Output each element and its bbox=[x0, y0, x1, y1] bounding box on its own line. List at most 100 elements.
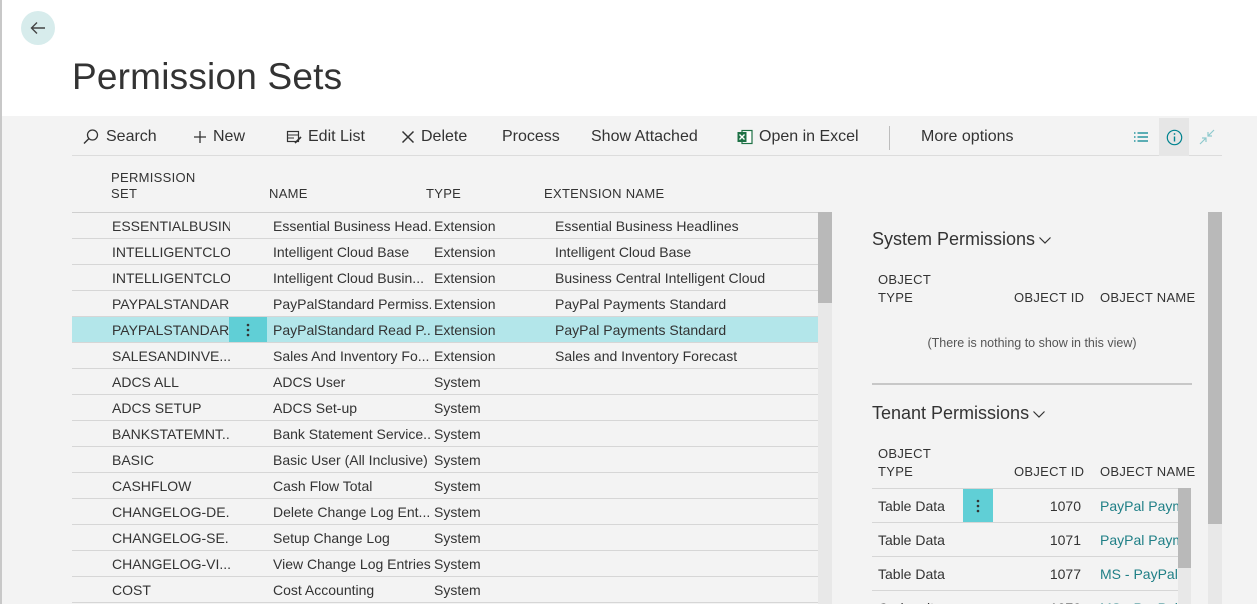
type-cell[interactable]: Extension bbox=[434, 317, 534, 342]
extension-name-cell[interactable]: Intelligent Cloud Base bbox=[555, 239, 815, 264]
name-cell[interactable]: Bank Statement Service... bbox=[273, 421, 431, 446]
extension-name-cell[interactable] bbox=[555, 525, 815, 550]
permission-set-cell[interactable]: CHANGELOG-VI... bbox=[112, 551, 230, 576]
tenant-column-object-id[interactable]: OBJECT ID bbox=[1014, 463, 1084, 481]
table-row[interactable]: CHANGELOG-DE... Delete Change Log Ent... S… bbox=[72, 499, 818, 525]
tenant-permissions-header[interactable]: Tenant Permissions bbox=[872, 403, 1046, 424]
open-in-excel-button[interactable]: Open in Excel bbox=[737, 118, 859, 156]
extension-name-cell[interactable]: PayPal Payments Standard bbox=[555, 291, 815, 316]
extension-name-cell[interactable] bbox=[555, 395, 815, 420]
collapse-button[interactable] bbox=[1192, 118, 1222, 156]
tenant-column-object-type[interactable]: OBJECT TYPE bbox=[878, 445, 931, 481]
name-cell[interactable]: Intelligent Cloud Busin... bbox=[273, 265, 431, 290]
extension-name-cell[interactable] bbox=[555, 421, 815, 446]
name-cell[interactable]: PayPalStandard Read P... bbox=[273, 317, 431, 342]
object-name-link[interactable]: MS - PayPal bbox=[1100, 591, 1178, 604]
name-cell[interactable]: Basic User (All Inclusive) bbox=[273, 447, 431, 472]
extension-name-cell[interactable] bbox=[555, 369, 815, 394]
extension-name-cell[interactable]: Essential Business Headlines bbox=[555, 213, 815, 238]
type-cell[interactable]: System bbox=[434, 499, 534, 524]
system-column-object-type[interactable]: OBJECT TYPE bbox=[878, 271, 931, 307]
table-row[interactable]: COST Cost Accounting System bbox=[72, 577, 818, 603]
name-cell[interactable]: Intelligent Cloud Base bbox=[273, 239, 431, 264]
factbox-scrollbar[interactable] bbox=[1208, 212, 1222, 604]
info-pane-toggle[interactable] bbox=[1159, 118, 1189, 156]
column-header-type[interactable]: TYPE bbox=[426, 186, 461, 202]
list-scrollbar[interactable] bbox=[818, 212, 832, 604]
type-cell[interactable]: Extension bbox=[434, 239, 534, 264]
type-cell[interactable]: System bbox=[434, 525, 534, 550]
table-row[interactable]: INTELLIGENTCLO... Intelligent Cloud Busin… bbox=[72, 265, 818, 291]
table-row[interactable]: PAYPALSTANDARD PayPalStandard Permiss... E… bbox=[72, 291, 818, 317]
permission-set-cell[interactable]: BANKSTATEMNT... bbox=[112, 421, 230, 446]
table-row[interactable]: ESSENTIALBUSIN... Essential Business Head… bbox=[72, 213, 818, 239]
extension-name-cell[interactable] bbox=[555, 551, 815, 576]
process-menu[interactable]: Process bbox=[502, 118, 560, 156]
type-cell[interactable]: System bbox=[434, 551, 534, 576]
permission-set-cell[interactable]: BASIC bbox=[112, 447, 230, 472]
system-column-object-id[interactable]: OBJECT ID bbox=[1014, 289, 1084, 307]
type-cell[interactable]: Extension bbox=[434, 265, 534, 290]
permission-set-cell[interactable]: ESSENTIALBUSIN... bbox=[112, 213, 230, 238]
tenant-column-object-name[interactable]: OBJECT NAME bbox=[1100, 463, 1196, 481]
permission-set-cell[interactable]: ADCS ALL bbox=[112, 369, 230, 394]
type-cell[interactable]: System bbox=[434, 421, 534, 446]
table-row[interactable]: ADCS SETUP ADCS Set-up System bbox=[72, 395, 818, 421]
search-button[interactable]: Search bbox=[82, 118, 157, 156]
show-attached-menu[interactable]: Show Attached bbox=[591, 118, 698, 156]
table-row[interactable]: BANKSTATEMNT... Bank Statement Service...… bbox=[72, 421, 818, 447]
name-cell[interactable]: ADCS Set-up bbox=[273, 395, 431, 420]
name-cell[interactable]: ADCS User bbox=[273, 369, 431, 394]
type-cell[interactable]: System bbox=[434, 447, 534, 472]
type-cell[interactable]: Extension bbox=[434, 343, 534, 368]
permission-set-cell[interactable]: INTELLIGENTCLO... bbox=[112, 239, 230, 264]
type-cell[interactable]: Extension bbox=[434, 291, 534, 316]
name-cell[interactable]: Setup Change Log bbox=[273, 525, 431, 550]
column-header-name[interactable]: NAME bbox=[269, 186, 308, 202]
type-cell[interactable]: System bbox=[434, 369, 534, 394]
system-permissions-header[interactable]: System Permissions bbox=[872, 229, 1052, 250]
new-button[interactable]: New bbox=[193, 118, 245, 156]
row-actions-button[interactable] bbox=[229, 317, 267, 342]
table-row[interactable]: PAYPALSTANDAR... PayPalStandard Read P...… bbox=[72, 317, 818, 343]
name-cell[interactable]: Cost Accounting bbox=[273, 577, 431, 602]
type-cell[interactable]: System bbox=[434, 473, 534, 498]
extension-name-cell[interactable] bbox=[555, 577, 815, 602]
table-row[interactable]: CHANGELOG-VI... View Change Log Entries Sy… bbox=[72, 551, 818, 577]
extension-name-cell[interactable]: PayPal Payments Standard bbox=[555, 317, 815, 342]
column-header-extension-name[interactable]: EXTENSION NAME bbox=[544, 186, 665, 202]
back-button[interactable] bbox=[21, 11, 55, 45]
name-cell[interactable]: PayPalStandard Permiss... bbox=[273, 291, 431, 316]
object-name-link[interactable]: MS - PayPal bbox=[1100, 557, 1178, 591]
tenant-list-scrollbar-thumb[interactable] bbox=[1178, 488, 1191, 568]
permission-set-cell[interactable]: SALESANDINVE... bbox=[112, 343, 230, 368]
factbox-scrollbar-thumb[interactable] bbox=[1208, 212, 1222, 524]
extension-name-cell[interactable]: Business Central Intelligent Cloud bbox=[555, 265, 815, 290]
system-column-object-name[interactable]: OBJECT NAME bbox=[1100, 289, 1196, 307]
table-row[interactable]: SALESANDINVE... Sales And Inventory Fo...… bbox=[72, 343, 818, 369]
type-cell[interactable]: System bbox=[434, 395, 534, 420]
permission-set-cell[interactable]: ADCS SETUP bbox=[112, 395, 230, 420]
edit-list-button[interactable]: Edit List bbox=[286, 118, 365, 156]
list-scrollbar-thumb[interactable] bbox=[818, 212, 832, 303]
type-cell[interactable]: Extension bbox=[434, 213, 534, 238]
extension-name-cell[interactable]: Sales and Inventory Forecast bbox=[555, 343, 815, 368]
tenant-list-scrollbar[interactable] bbox=[1178, 488, 1191, 604]
name-cell[interactable]: Delete Change Log Ent... bbox=[273, 499, 431, 524]
list-view-button[interactable] bbox=[1126, 118, 1156, 156]
row-actions-button[interactable] bbox=[963, 489, 993, 522]
name-cell[interactable]: Sales And Inventory Fo... bbox=[273, 343, 431, 368]
object-name-link[interactable]: PayPal Payme bbox=[1100, 523, 1178, 557]
type-cell[interactable]: System bbox=[434, 577, 534, 602]
more-options-button[interactable]: More options bbox=[921, 118, 1014, 156]
permission-set-cell[interactable]: INTELLIGENTCLO... bbox=[112, 265, 230, 290]
extension-name-cell[interactable] bbox=[555, 499, 815, 524]
extension-name-cell[interactable] bbox=[555, 473, 815, 498]
name-cell[interactable]: Cash Flow Total bbox=[273, 473, 431, 498]
permission-set-cell[interactable]: CHANGELOG-DE... bbox=[112, 499, 230, 524]
name-cell[interactable]: View Change Log Entries bbox=[273, 551, 431, 576]
object-name-link[interactable]: PayPal Payme bbox=[1100, 489, 1178, 523]
column-header-permission-set[interactable]: PERMISSION SET bbox=[111, 170, 196, 202]
permission-set-cell[interactable]: COST bbox=[112, 577, 230, 602]
name-cell[interactable]: Essential Business Head... bbox=[273, 213, 431, 238]
